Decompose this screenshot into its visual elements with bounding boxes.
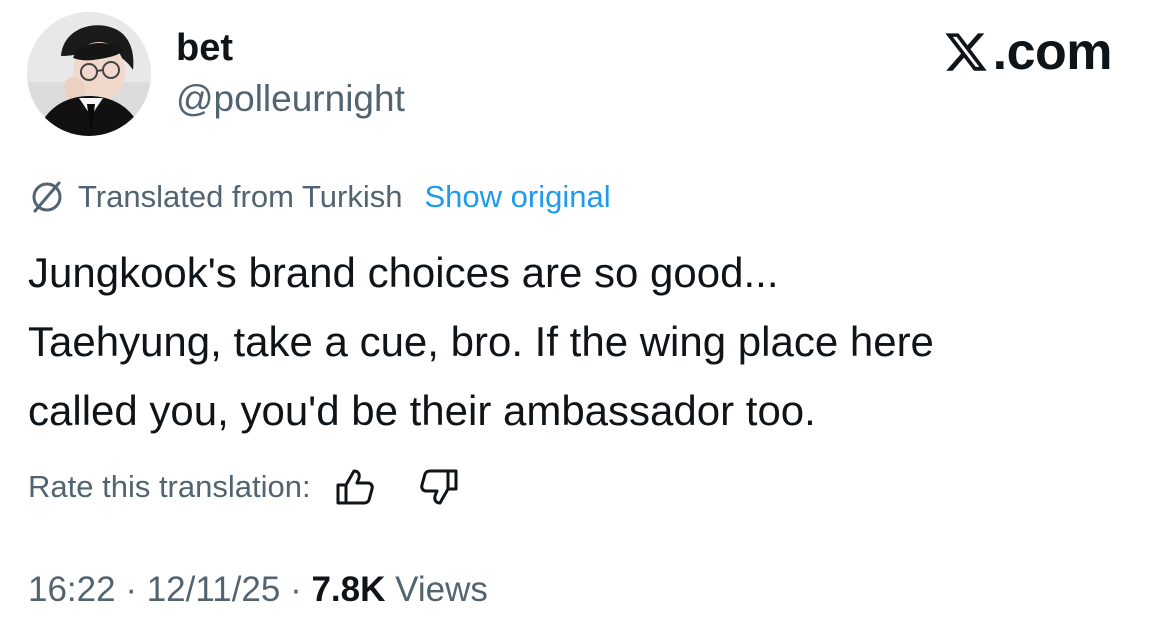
- post-metadata: 16:22 · 12/11/25 · 7.8K Views: [28, 567, 488, 613]
- translation-label: Translated from Turkish: [78, 179, 403, 214]
- x-com-watermark: .com: [943, 23, 1113, 81]
- post-date[interactable]: 12/11/25: [147, 570, 281, 610]
- avatar-photo: [27, 12, 151, 136]
- meta-separator: ·: [115, 570, 147, 609]
- display-name[interactable]: bet: [176, 26, 233, 70]
- rate-translation: Rate this translation:: [28, 464, 463, 510]
- tweet-text: Jungkook's brand choices are so good... …: [28, 238, 1128, 445]
- watermark-domain: .com: [992, 23, 1113, 81]
- avatar[interactable]: [27, 12, 151, 136]
- post-time[interactable]: 16:22: [28, 570, 116, 610]
- views-count: 7.8K: [311, 570, 386, 609]
- tweet-text-line: called you, you'd be their ambassador to…: [28, 387, 816, 434]
- user-handle[interactable]: @polleurnight: [176, 77, 405, 121]
- translate-icon: [28, 178, 66, 216]
- show-original-link[interactable]: Show original: [424, 179, 610, 215]
- x-logo-icon: [943, 29, 989, 75]
- views-label: Views: [385, 570, 488, 609]
- meta-separator: ·: [280, 570, 312, 609]
- rate-translation-label: Rate this translation:: [28, 469, 311, 504]
- tweet-text-line: Taehyung, take a cue, bro. If the wing p…: [28, 318, 934, 365]
- thumbs-down-icon[interactable]: [415, 464, 463, 510]
- tweet-text-line: Jungkook's brand choices are so good...: [28, 249, 779, 296]
- translation-notice: Translated from Turkish Show original: [28, 176, 611, 218]
- thumbs-up-icon[interactable]: [331, 464, 379, 510]
